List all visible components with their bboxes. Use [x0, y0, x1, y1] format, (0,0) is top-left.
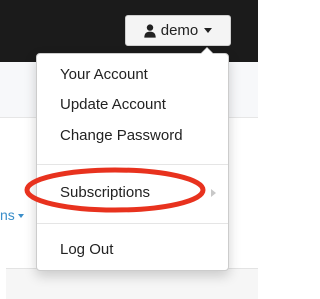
content-panel — [6, 268, 258, 299]
menu-item-subscriptions[interactable]: Subscriptions — [37, 179, 228, 207]
caret-down-icon — [17, 214, 24, 219]
user-icon — [144, 23, 156, 38]
menu-item-change-password[interactable]: Change Password — [37, 122, 228, 150]
menu-item-log-out[interactable]: Log Out — [37, 236, 228, 264]
user-menu-button[interactable]: demo — [125, 15, 231, 46]
chevron-right-icon — [211, 189, 216, 197]
menu-item-your-account[interactable]: Your Account — [37, 61, 228, 89]
partial-nav-link[interactable]: ns — [0, 207, 24, 223]
subscriptions-label: Subscriptions — [60, 184, 151, 201]
menu-item-update-account[interactable]: Update Account — [37, 91, 228, 119]
user-name-label: demo — [160, 22, 199, 39]
caret-down-icon — [204, 28, 213, 33]
menu-divider — [37, 223, 228, 224]
menu-divider — [37, 164, 228, 165]
account-dropdown-menu: Your Account Update Account Change Passw… — [36, 47, 229, 271]
